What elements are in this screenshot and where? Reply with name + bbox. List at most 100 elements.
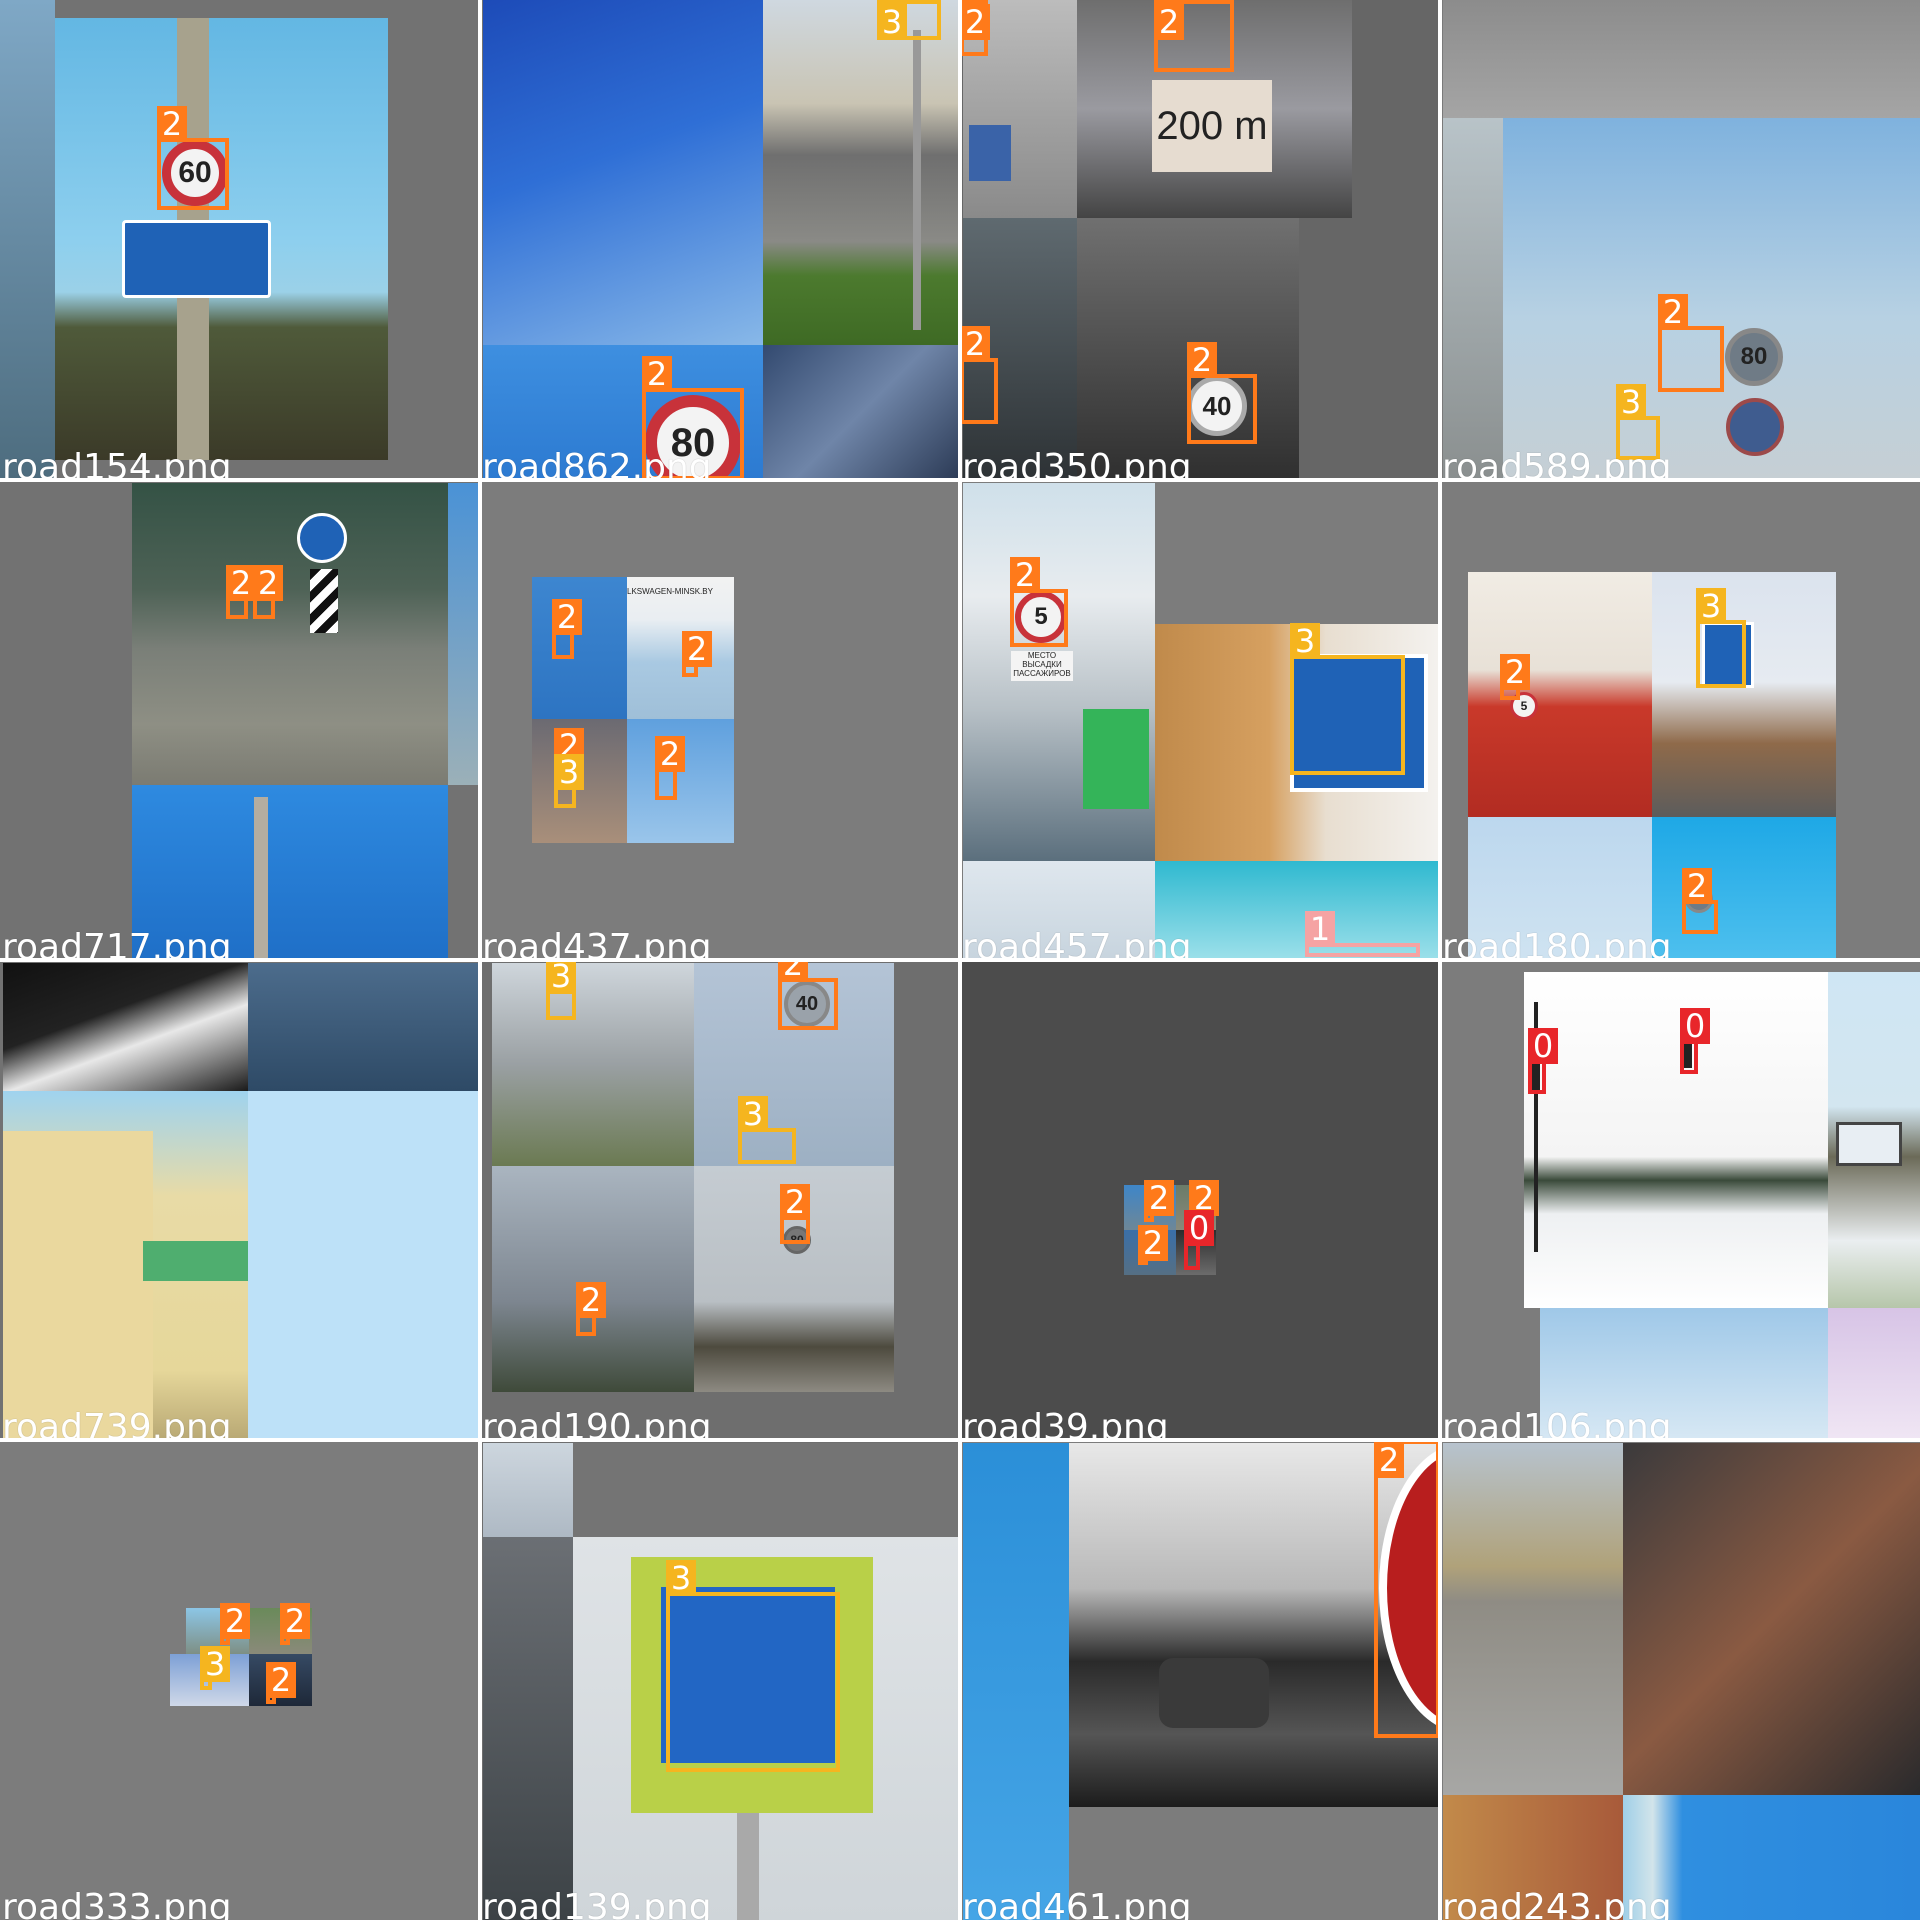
detection-box[interactable]: 1: [1305, 911, 1420, 957]
detection-label: 2: [1187, 342, 1217, 378]
detection-box[interactable]: 3: [200, 1646, 230, 1690]
tile-road39[interactable]: 2 2 0 2 road39.png: [960, 960, 1440, 1440]
detection-box[interactable]: 2: [226, 565, 256, 619]
detection-box[interactable]: 2: [157, 106, 229, 210]
detection-box[interactable]: 2: [1010, 557, 1068, 647]
grid-divider: [0, 478, 1920, 482]
detection-box[interactable]: 3: [1290, 623, 1405, 775]
image-piece: [483, 1537, 573, 1920]
detection-box[interactable]: 0: [1184, 1210, 1214, 1270]
detection-box[interactable]: 2: [253, 565, 283, 619]
image-piece: [1828, 1308, 1920, 1440]
detection-box[interactable]: 2: [682, 631, 712, 677]
tile-filename: road190.png: [482, 1407, 712, 1440]
detection-box[interactable]: 0: [1528, 1028, 1558, 1094]
billboard-text: LKSWAGEN-MINSK.BY: [627, 587, 713, 596]
tile-road862[interactable]: 80 3 2 road862.png: [480, 0, 960, 480]
detection-box[interactable]: 2: [1500, 654, 1530, 700]
tile-road437[interactable]: LKSWAGEN-MINSK.BY 2 2 2 3 2 road437.png: [480, 480, 960, 960]
tile-road243[interactable]: road243.png: [1440, 1440, 1920, 1920]
detection-box[interactable]: 2: [1144, 1180, 1174, 1222]
tile-road717[interactable]: 2 2 road717.png: [0, 480, 480, 960]
tile-road589[interactable]: 80 2 3 road589.png: [1440, 0, 1920, 480]
detection-box[interactable]: 2: [280, 1603, 310, 1645]
detection-box[interactable]: 3: [1616, 384, 1660, 460]
detection-label: 0: [1680, 1008, 1710, 1044]
detection-box[interactable]: 3: [554, 754, 584, 808]
image-piece: [963, 861, 1155, 960]
detection-label: 2: [280, 1603, 310, 1639]
image-piece: [483, 1443, 573, 1537]
detection-box[interactable]: 3: [666, 1560, 840, 1772]
detection-label: 2: [655, 736, 685, 772]
tile-road106[interactable]: 0 0 road106.png: [1440, 960, 1920, 1440]
detection-box[interactable]: 2: [1682, 868, 1718, 934]
detection-label: 2: [1144, 1180, 1174, 1216]
detection-box[interactable]: 2: [780, 1184, 810, 1244]
chevron-sign: [310, 569, 338, 633]
image-piece: [1443, 1795, 1623, 1920]
detection-box[interactable]: 2: [576, 1282, 606, 1336]
detection-label: 2: [157, 106, 187, 142]
lane-direction-sign: [122, 220, 271, 298]
tile-road180[interactable]: 5 80 2 3 2 road180.png: [1440, 480, 1920, 960]
detection-box[interactable]: 2: [220, 1603, 250, 1645]
detection-box[interactable]: 2: [960, 326, 998, 424]
detection-box[interactable]: 2: [552, 599, 582, 659]
detection-label: 2: [1500, 654, 1530, 690]
tile-road154[interactable]: 60 2 road154.png: [0, 0, 480, 480]
bus-stop-sign: [1836, 1122, 1902, 1166]
detection-box[interactable]: 2: [1658, 294, 1724, 392]
sign-pole: [913, 30, 921, 330]
image-piece: [1443, 118, 1503, 480]
tile-road190[interactable]: 40 80 3 2 3 2 2 road190.png: [480, 960, 960, 1440]
tile-road139[interactable]: 3 road139.png: [480, 1440, 960, 1920]
mosaic-grid: 60 2 road154.png 80 3 2 road862.png 200 …: [0, 0, 1920, 1920]
detection-box[interactable]: 2: [1374, 1440, 1440, 1738]
detection-box[interactable]: 2: [1154, 0, 1234, 72]
detection-box[interactable]: 2: [1138, 1225, 1168, 1265]
detection-label: 2: [778, 960, 808, 982]
detection-label: 0: [1184, 1210, 1214, 1246]
detection-label: 3: [1290, 623, 1320, 659]
image-piece: [1443, 1443, 1623, 1795]
tile-road333[interactable]: 2 2 3 2 road333.png: [0, 1440, 480, 1920]
detection-label: 2: [642, 356, 672, 392]
direction-sign: [969, 125, 1011, 181]
sign-pole: [254, 797, 268, 960]
detection-label: 2: [1010, 557, 1040, 593]
detection-box[interactable]: 3: [877, 0, 941, 40]
detection-label: 2: [1138, 1225, 1168, 1261]
detection-box[interactable]: 0: [1680, 1008, 1710, 1074]
detection-label: 2: [682, 631, 712, 667]
tile-road457[interactable]: 5 МЕСТО ВЫСАДКИ ПАССАЖИРОВ 2 3 1 road457…: [960, 480, 1440, 960]
image-piece: [1652, 572, 1836, 817]
detection-label: 2: [1682, 868, 1712, 904]
detection-box[interactable]: 2: [960, 0, 990, 56]
detection-box[interactable]: 2: [642, 356, 744, 480]
detection-box[interactable]: 3: [546, 960, 576, 1020]
image-piece: [1468, 817, 1652, 960]
image-piece: LKSWAGEN-MINSK.BY: [627, 577, 734, 719]
image-piece: 5: [1468, 572, 1652, 817]
detection-box[interactable]: 2: [266, 1662, 296, 1704]
roundabout-sign: [297, 513, 347, 563]
detection-box[interactable]: 2: [1187, 342, 1257, 444]
tile-road350[interactable]: 200 m 40 2 2 2 2 road350.png: [960, 0, 1440, 480]
detection-box[interactable]: 3: [1696, 588, 1746, 688]
detection-label: 3: [1696, 588, 1726, 624]
image-piece: [963, 1443, 1069, 1920]
tile-road739[interactable]: road739.png: [0, 960, 480, 1440]
detection-box[interactable]: 2: [778, 960, 838, 1030]
image-piece: 5 МЕСТО ВЫСАДКИ ПАССАЖИРОВ: [963, 483, 1155, 861]
detection-box[interactable]: 3: [738, 1096, 796, 1164]
detection-label: 3: [554, 754, 584, 790]
detection-label: 2: [1658, 294, 1688, 330]
sign-pole: [737, 1813, 759, 1920]
detection-box[interactable]: 2: [655, 736, 685, 800]
tile-road461[interactable]: 2 road461.png: [960, 1440, 1440, 1920]
tile-filename: road333.png: [2, 1887, 232, 1920]
detection-label: 3: [877, 4, 907, 40]
detection-label: 3: [200, 1646, 230, 1682]
image-piece: [0, 0, 55, 480]
